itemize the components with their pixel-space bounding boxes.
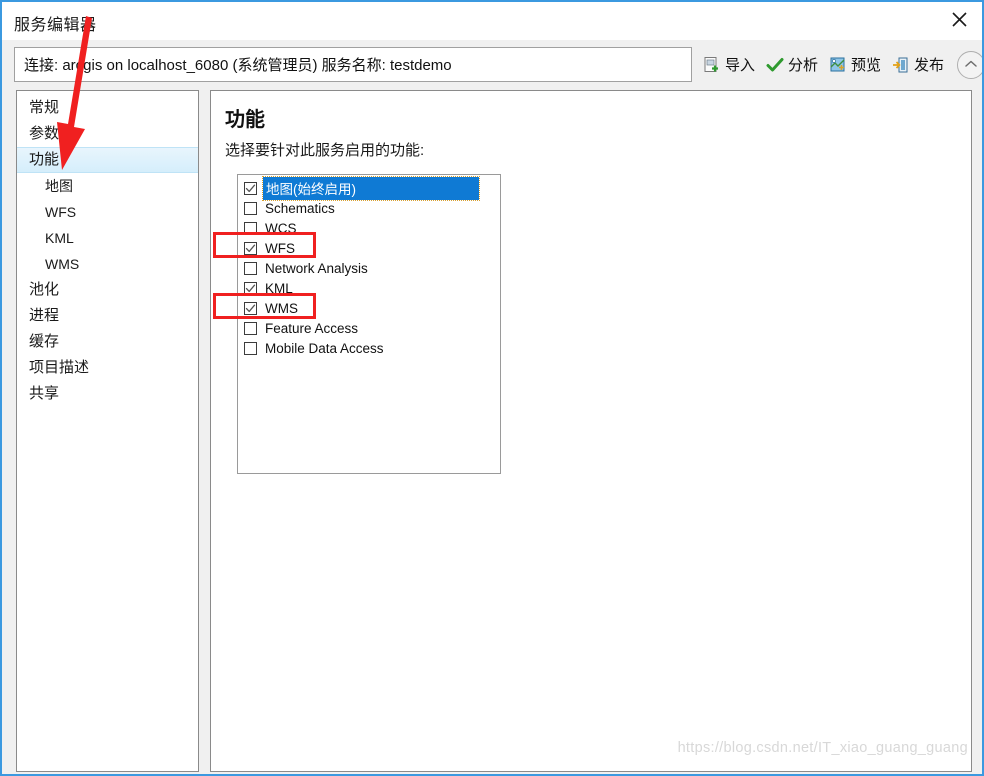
capability-row[interactable]: Mobile Data Access — [238, 338, 500, 358]
capability-label: Schematics — [265, 200, 335, 216]
connection-text: 连接: arcgis on localhost_6080 (系统管理员) 服务名… — [24, 57, 452, 74]
sidebar-item-进程[interactable]: 进程 — [17, 303, 198, 329]
title-bar: 服务编辑器 — [2, 2, 982, 40]
capability-label: Feature Access — [265, 320, 359, 336]
capability-label: KML — [265, 280, 293, 296]
capability-row[interactable]: WCS — [238, 218, 500, 238]
checkbox-checked-icon[interactable] — [244, 281, 257, 295]
close-icon — [951, 11, 967, 27]
sidebar-item-参数[interactable]: 参数 — [17, 121, 198, 147]
sidebar-item-label: 功能 — [29, 151, 60, 168]
sidebar-item-label: 项目描述 — [29, 359, 90, 376]
capability-label: Network Analysis — [265, 260, 368, 276]
sidebar-item-label: WFS — [45, 204, 77, 220]
sidebar-item-label: 参数 — [29, 125, 60, 142]
capability-row[interactable]: Schematics — [238, 198, 500, 218]
analyze-button-label: 分析 — [788, 57, 819, 74]
publish-icon — [892, 56, 910, 74]
page-title: 功能 — [225, 109, 265, 131]
preview-icon — [829, 56, 847, 74]
checkmark-icon — [766, 56, 784, 74]
toolbar: 导入 分析 预览 发布 — [699, 47, 982, 82]
page-subtitle: 选择要针对此服务启用的功能: — [225, 142, 425, 159]
chevron-up-icon — [964, 56, 978, 74]
sidebar-item-缓存[interactable]: 缓存 — [17, 329, 198, 355]
connection-bar[interactable]: 连接: arcgis on localhost_6080 (系统管理员) 服务名… — [14, 47, 692, 82]
preview-button[interactable]: 预览 — [825, 50, 888, 80]
sidebar-item-功能[interactable]: 功能 — [17, 147, 198, 173]
capability-label: WCS — [265, 220, 297, 236]
service-editor-window: 服务编辑器 连接: arcgis on localhost_6080 (系统管理… — [0, 0, 984, 776]
sidebar-item-label: 地图 — [45, 178, 73, 194]
capability-label: 地图(始终启用) — [262, 175, 480, 201]
checkbox-checked-icon[interactable] — [244, 301, 257, 315]
sidebar-item-常规[interactable]: 常规 — [17, 95, 198, 121]
checkbox-unchecked-icon[interactable] — [244, 221, 257, 235]
sidebar-item-池化[interactable]: 池化 — [17, 277, 198, 303]
capabilities-listbox[interactable]: 地图(始终启用) Schematics WCS WFS Network Analysis… — [237, 174, 501, 474]
sidebar-item-label: WMS — [45, 256, 80, 272]
main-panel: 功能 选择要针对此服务启用的功能: 地图(始终启用) Schematics WCS W… — [210, 90, 972, 772]
sidebar: 常规参数功能地图 WFS KML WMS 池化进程缓存项目描述共享 — [16, 90, 199, 772]
sidebar-item-label: 缓存 — [29, 333, 60, 350]
capability-label: WMS — [265, 300, 298, 316]
capabilities-list: 地图(始终启用) Schematics WCS WFS Network Analysis… — [238, 175, 500, 358]
capability-row[interactable]: Feature Access — [238, 318, 500, 338]
sidebar-item-label: KML — [45, 230, 74, 246]
checkbox-unchecked-icon[interactable] — [244, 201, 257, 215]
import-icon — [703, 56, 721, 74]
sidebar-item-label: 进程 — [29, 307, 60, 324]
sidebar-item-共享[interactable]: 共享 — [17, 381, 198, 407]
checkbox-checked-icon[interactable] — [244, 241, 257, 255]
sidebar-item-wfs[interactable]: WFS — [17, 199, 198, 225]
capability-row[interactable]: WFS — [238, 238, 500, 258]
sidebar-item-地图[interactable]: 地图 — [17, 173, 198, 199]
sidebar-nav-list: 常规参数功能地图 WFS KML WMS 池化进程缓存项目描述共享 — [17, 91, 198, 407]
close-button[interactable] — [936, 2, 982, 36]
checkbox-checked-icon[interactable] — [244, 181, 257, 195]
sidebar-item-label: 池化 — [29, 281, 60, 298]
preview-button-label: 预览 — [851, 57, 882, 74]
checkbox-unchecked-icon[interactable] — [244, 321, 257, 335]
collapse-panel-button[interactable] — [957, 50, 982, 79]
analyze-button[interactable]: 分析 — [762, 50, 825, 80]
capability-label: Mobile Data Access — [265, 340, 384, 356]
capability-label: WFS — [265, 240, 295, 256]
capability-row[interactable]: Network Analysis — [238, 258, 500, 278]
import-button-label: 导入 — [725, 57, 756, 74]
sidebar-item-wms[interactable]: WMS — [17, 251, 198, 277]
sidebar-item-kml[interactable]: KML — [17, 225, 198, 251]
publish-button[interactable]: 发布 — [888, 50, 951, 80]
window-title: 服务编辑器 — [14, 17, 97, 34]
publish-button-label: 发布 — [914, 57, 945, 74]
watermark: https://blog.csdn.net/IT_xiao_guang_guan… — [677, 740, 968, 756]
checkbox-unchecked-icon[interactable] — [244, 341, 257, 355]
capability-row[interactable]: WMS — [238, 298, 500, 318]
capability-row[interactable]: 地图(始终启用) — [238, 175, 500, 201]
sidebar-item-label: 常规 — [29, 99, 60, 116]
checkbox-unchecked-icon[interactable] — [244, 261, 257, 275]
import-button[interactable]: 导入 — [699, 50, 762, 80]
capability-row[interactable]: KML — [238, 278, 500, 298]
sidebar-item-项目描述[interactable]: 项目描述 — [17, 355, 198, 381]
sidebar-item-label: 共享 — [29, 385, 60, 402]
